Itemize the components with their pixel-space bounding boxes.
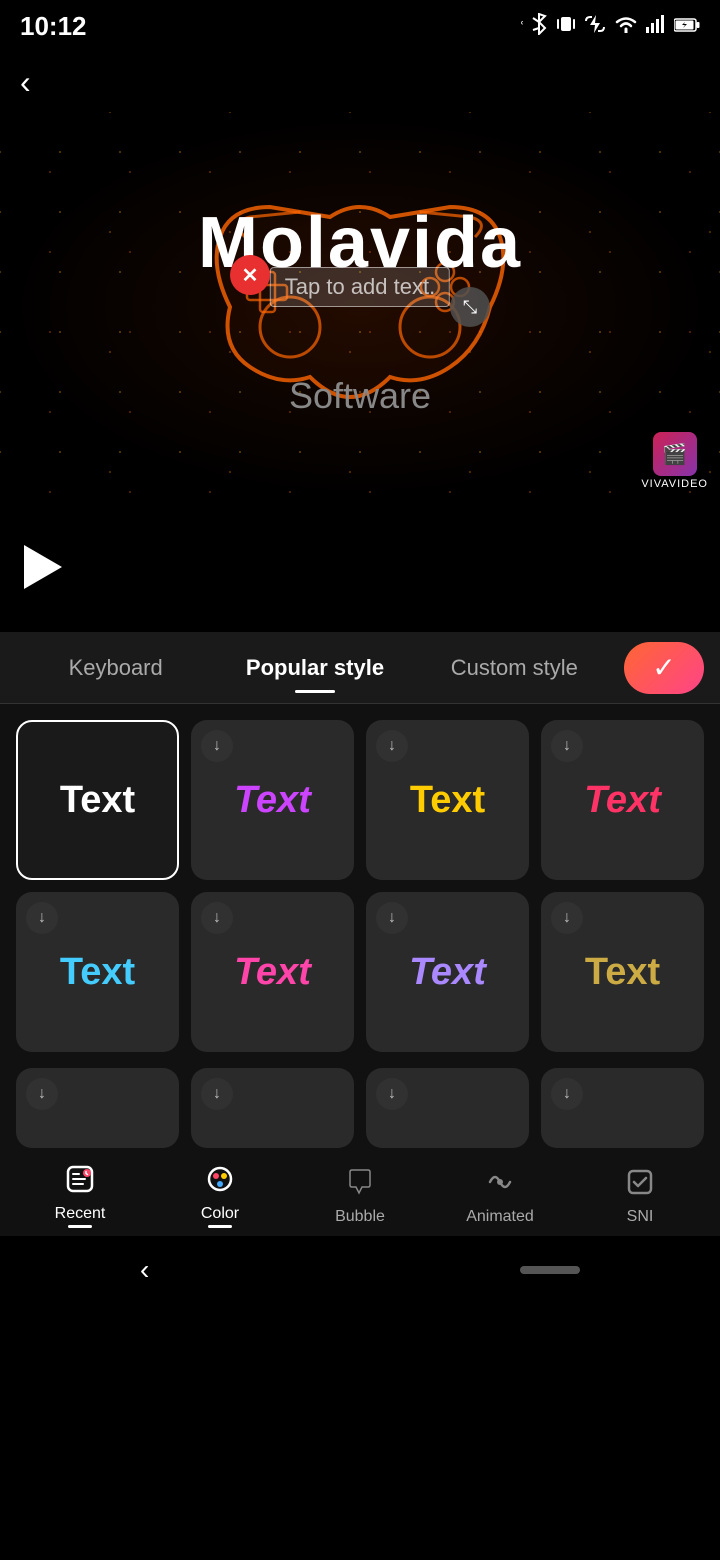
charging-icon (584, 13, 606, 40)
animated-icon (485, 1167, 515, 1204)
style-label-lavender: Text (409, 951, 486, 994)
status-bar: 10:12 ʿ (0, 0, 720, 52)
video-background: Molavida Tap to add text. ✕ ⤡ Software 🎬… (0, 112, 720, 502)
timeline-area (0, 502, 720, 632)
download-badge: ↓ (201, 730, 233, 762)
style-grid-partial: ↓ ↓ ↓ ↓ (0, 1068, 720, 1156)
nav-item-animated[interactable]: Animated (430, 1159, 570, 1234)
text-input-area[interactable]: Tap to add text. (270, 267, 450, 307)
confirm-button[interactable]: ✓ (624, 642, 704, 694)
style-item-cyan[interactable]: ↓ Text (16, 892, 179, 1052)
style-item-hotpink[interactable]: ↓ Text (191, 892, 354, 1052)
style-label-yellow: Text (410, 779, 485, 822)
recent-icon (65, 1164, 95, 1201)
style-label-white: Text (60, 779, 135, 822)
sni-icon (625, 1167, 655, 1204)
download-badge: ↓ (551, 730, 583, 762)
sni-label: SNI (627, 1208, 654, 1226)
tab-keyboard[interactable]: Keyboard (16, 645, 215, 691)
download-badge: ↓ (201, 1078, 233, 1110)
style-item-pink[interactable]: ↓ Text (541, 720, 704, 880)
style-item-lavender[interactable]: ↓ Text (366, 892, 529, 1052)
vivavideo-watermark: 🎬 VIVAVIDEO (641, 432, 708, 490)
status-icons: ʿ (519, 13, 700, 40)
animated-label: Animated (466, 1208, 534, 1226)
video-preview: Molavida Tap to add text. ✕ ⤡ Software 🎬… (0, 112, 720, 502)
nav-item-color[interactable]: Color (150, 1156, 290, 1236)
download-badge: ↓ (376, 1078, 408, 1110)
style-item-partial-3[interactable]: ↓ (366, 1068, 529, 1148)
style-label-gold: Text (585, 951, 660, 994)
bubble-icon (345, 1167, 375, 1204)
wifi-icon (614, 15, 638, 38)
nav-item-bubble[interactable]: Bubble (290, 1159, 430, 1234)
style-item-gold[interactable]: ↓ Text (541, 892, 704, 1052)
download-badge: ↓ (376, 902, 408, 934)
system-home-indicator[interactable] (520, 1266, 580, 1274)
resize-text-button[interactable]: ⤡ (450, 287, 490, 327)
style-item-plain-white[interactable]: Text (16, 720, 179, 880)
signal-icon (646, 15, 666, 38)
download-badge: ↓ (551, 1078, 583, 1110)
top-bar: ‹ (0, 52, 720, 112)
style-item-yellow[interactable]: ↓ Text (366, 720, 529, 880)
download-badge: ↓ (26, 1078, 58, 1110)
style-item-purple[interactable]: ↓ Text (191, 720, 354, 880)
style-label-hotpink: Text (234, 951, 311, 994)
recent-label: Recent (55, 1205, 106, 1228)
download-badge: ↓ (201, 902, 233, 934)
bottom-nav: Recent Color Bubble Animated (0, 1156, 720, 1236)
vivavideo-logo-icon: 🎬 (653, 432, 697, 476)
system-back-button[interactable]: ‹ (140, 1254, 149, 1286)
system-nav: ‹ (0, 1236, 720, 1304)
vibrate-icon (556, 13, 576, 40)
nav-item-recent[interactable]: Recent (10, 1156, 150, 1236)
tab-custom-style[interactable]: Custom style (415, 645, 614, 691)
delete-text-button[interactable]: ✕ (230, 255, 270, 295)
battery-icon (674, 16, 700, 37)
tabs-bar: Keyboard Popular style Custom style ✓ (0, 632, 720, 704)
download-badge: ↓ (26, 902, 58, 934)
tab-popular-style[interactable]: Popular style (215, 645, 414, 691)
bubble-label: Bubble (335, 1208, 385, 1226)
style-item-partial-4[interactable]: ↓ (541, 1068, 704, 1148)
video-subtitle: Software (289, 375, 431, 417)
style-grid: Text ↓ Text ↓ Text ↓ Text ↓ Text ↓ Text … (0, 704, 720, 1068)
bluetooth-icon: ʿ (519, 13, 548, 40)
vivavideo-logo-text: VIVAVIDEO (641, 478, 708, 490)
style-item-partial-2[interactable]: ↓ (191, 1068, 354, 1148)
style-label-purple: Text (234, 779, 311, 822)
style-item-partial-1[interactable]: ↓ (16, 1068, 179, 1148)
play-button[interactable] (24, 545, 62, 589)
status-time: 10:12 (20, 11, 87, 42)
download-badge: ↓ (376, 730, 408, 762)
download-badge: ↓ (551, 902, 583, 934)
color-icon (205, 1164, 235, 1201)
style-label-cyan: Text (60, 951, 135, 994)
nav-item-sni[interactable]: SNI (570, 1159, 710, 1234)
style-label-pink: Text (584, 779, 661, 822)
color-label: Color (201, 1205, 239, 1228)
back-button[interactable]: ‹ (20, 64, 31, 101)
